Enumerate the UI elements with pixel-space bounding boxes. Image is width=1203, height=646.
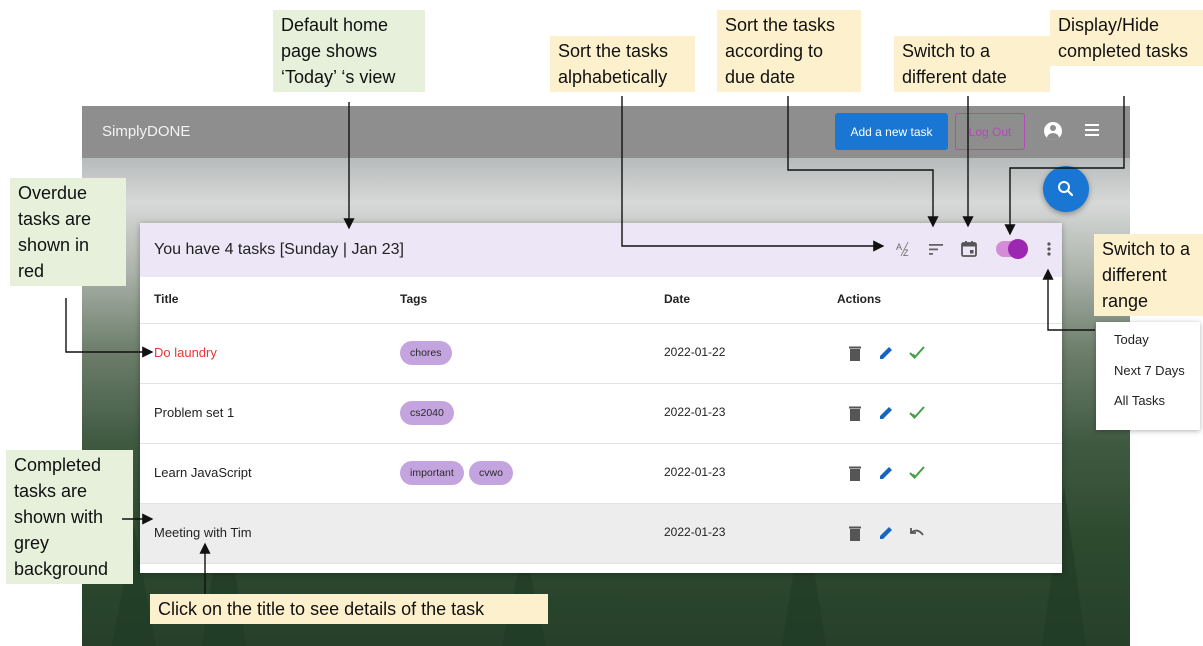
edit-icon[interactable] [877,344,895,362]
task-date: 2022-01-22 [664,345,726,359]
complete-icon[interactable] [908,344,926,362]
annotation-default-view: Default home page shows ‘Today’ ‘s view [273,10,425,92]
sort-alpha-icon[interactable]: A Z [895,239,915,259]
navbar: SimplyDONE Add a new task Log Out [82,106,1130,158]
account-circle-icon[interactable] [1044,122,1062,140]
task-title[interactable]: Learn JavaScript [154,465,252,480]
svg-text:A: A [896,242,902,252]
annotation-switch-date: Switch to a different date [894,36,1050,92]
range-option-all-tasks[interactable]: All Tasks [1114,393,1165,408]
tag-chip[interactable]: important [400,461,464,485]
delete-icon[interactable] [846,344,864,362]
task-count-title: You have 4 tasks [Sunday | Jan 23] [154,241,404,258]
menu-icon[interactable] [1085,124,1099,138]
table-row: Problem set 1 cs2040 2022-01-23 [140,384,1062,444]
undo-icon[interactable] [908,524,926,542]
card-header: You have 4 tasks [Sunday | Jan 23] A Z [140,223,1062,277]
sort-date-icon[interactable] [926,239,946,259]
column-date[interactable]: Date [664,292,690,306]
brand-logo[interactable]: SimplyDONE [102,123,190,140]
task-date: 2022-01-23 [664,525,726,539]
range-option-next-7-days[interactable]: Next 7 Days [1114,363,1185,378]
tag-chip[interactable]: cs2040 [400,401,454,425]
range-option-today[interactable]: Today [1114,332,1149,347]
delete-icon[interactable] [846,524,864,542]
add-task-button[interactable]: Add a new task [835,113,948,150]
task-title[interactable]: Meeting with Tim [154,525,252,540]
annotation-switch-range: Switch to a different range [1094,234,1203,316]
search-button[interactable] [1043,166,1089,212]
calendar-icon[interactable] [959,239,979,259]
annotation-completed: Completed tasks are shown with grey back… [6,450,133,584]
table-row: Do laundry chores 2022-01-22 [140,324,1062,384]
table-header: Title Tags Date Actions [140,277,1062,324]
annotation-sort-alpha: Sort the tasks alphabetically [550,36,695,92]
logout-button[interactable]: Log Out [955,113,1025,150]
delete-icon[interactable] [846,464,864,482]
annotation-toggle-completed: Display/Hide completed tasks [1050,10,1203,66]
annotation-overdue: Overdue tasks are shown in red [10,178,126,286]
annotation-sort-date: Sort the tasks according to due date [717,10,861,92]
annotation-click-title: Click on the title to see details of the… [150,594,548,624]
more-vert-icon[interactable] [1039,239,1059,259]
tag-chip[interactable]: chores [400,341,452,365]
task-card: You have 4 tasks [Sunday | Jan 23] A Z T… [140,223,1062,573]
range-menu: Today Next 7 Days All Tasks [1096,322,1200,430]
edit-icon[interactable] [877,404,895,422]
table-row: Meeting with Tim 2022-01-23 [140,504,1062,564]
complete-icon[interactable] [908,464,926,482]
column-actions: Actions [837,292,882,306]
table-row: Learn JavaScript important cvwo 2022-01-… [140,444,1062,504]
complete-icon[interactable] [908,404,926,422]
search-icon [1058,181,1074,197]
task-date: 2022-01-23 [664,465,726,479]
task-title[interactable]: Do laundry [154,345,217,360]
completed-toggle[interactable] [996,239,1028,259]
task-title[interactable]: Problem set 1 [154,405,234,420]
edit-icon[interactable] [877,524,895,542]
app-screenshot: SimplyDONE Add a new task Log Out You ha… [82,106,1130,646]
delete-icon[interactable] [846,404,864,422]
edit-icon[interactable] [877,464,895,482]
tag-chip[interactable]: cvwo [469,461,513,485]
column-title[interactable]: Title [154,292,178,306]
column-tags[interactable]: Tags [400,292,427,306]
task-date: 2022-01-23 [664,405,726,419]
